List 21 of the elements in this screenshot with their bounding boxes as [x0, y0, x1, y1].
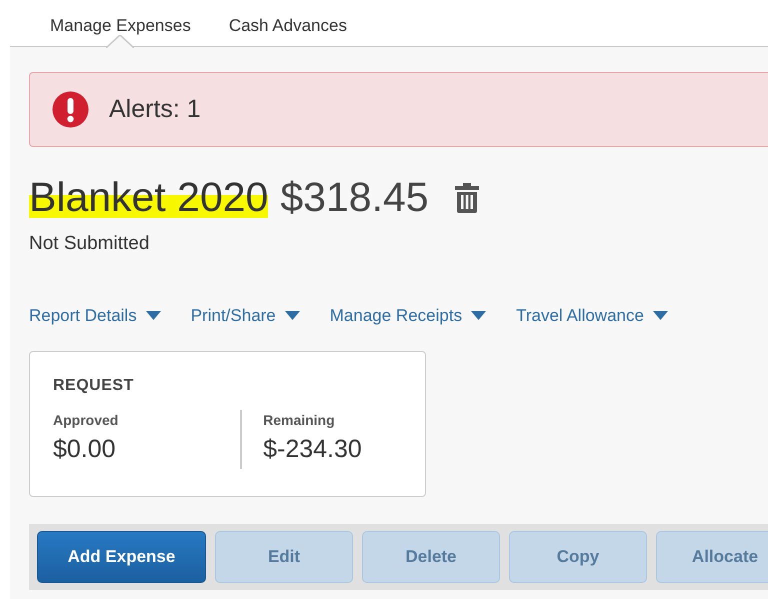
figure-value: $0.00: [53, 434, 117, 466]
report-status: Not Submitted: [29, 232, 150, 256]
caret-icon: [146, 310, 161, 320]
menu-link[interactable]: Travel Allowance: [516, 302, 668, 328]
report-amount: $318.45: [280, 173, 429, 222]
menu-link[interactable]: Print/Share: [190, 302, 300, 328]
tab[interactable]: Manage Expenses: [50, 0, 191, 46]
alert-icon: [52, 91, 89, 128]
alert-text: Alerts: 1: [109, 94, 201, 125]
card-title: REQUEST: [53, 376, 135, 396]
caret-icon: [652, 310, 668, 320]
action-button[interactable]: Add Expense: [37, 531, 206, 584]
figure-label: Approved: [53, 411, 120, 430]
menu-link[interactable]: Report Details: [29, 302, 161, 328]
figure-value: $-234.30: [263, 434, 363, 466]
figure-label: Remaining: [263, 411, 336, 430]
trash-icon[interactable]: [454, 182, 479, 213]
caret-icon: [284, 310, 300, 320]
caret-icon: [471, 310, 486, 320]
tab[interactable]: Cash Advances: [228, 0, 347, 46]
menu-link[interactable]: Manage Receipts: [330, 302, 486, 328]
